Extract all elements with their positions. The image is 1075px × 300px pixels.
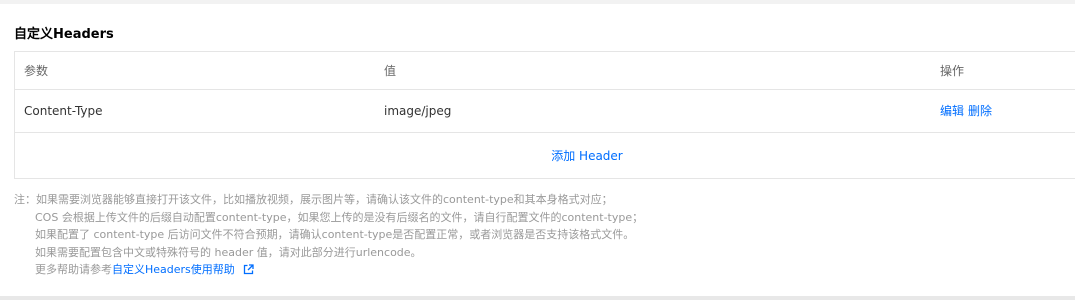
note-line-2: COS 会根据上传文件的后缀自动配置content-type，如果您上传的是没有… <box>35 210 644 224</box>
bottom-divider <box>0 296 1075 300</box>
column-header-actions: 操作 <box>940 63 965 78</box>
help-link[interactable]: 自定义Headers使用帮助 <box>112 263 235 276</box>
column-header-param: 参数 <box>24 63 49 78</box>
add-header-button[interactable]: 添加 Header <box>551 147 623 164</box>
help-prefix-text: 更多帮助请参考 <box>35 263 112 276</box>
add-header-container: 添加 Header <box>15 132 1075 178</box>
add-header-row: 添加 Header <box>15 132 1075 178</box>
edit-button[interactable]: 编辑 <box>940 105 964 117</box>
note-line-4: 如果需要配置包含中文或特殊符号的 header 值，请对此部分进行urlenco… <box>35 245 422 259</box>
delete-button[interactable]: 删除 <box>968 105 992 117</box>
headers-table: 参数 值 操作 Content-Type image/jpeg 编辑 删除 添加… <box>14 51 1075 179</box>
note-line-1: 注：如果需要浏览器能够直接打开该文件，比如播放视频，展示图片等，请确认该文件的c… <box>14 193 613 206</box>
section-title: 自定义Headers <box>14 27 114 42</box>
actions-cell: 编辑 删除 <box>940 89 992 132</box>
header-value-cell: image/jpeg <box>384 103 452 118</box>
note-line-5: 更多帮助请参考自定义Headers使用帮助 <box>14 261 643 281</box>
note-line-3: 如果配置了 content-type 后访问文件不符合预期，请确认content… <box>35 228 635 241</box>
header-param-cell: Content-Type <box>24 103 103 118</box>
custom-headers-card: 自定义Headers 参数 值 操作 Content-Type image/jp… <box>0 4 1075 296</box>
column-header-value: 值 <box>384 63 397 78</box>
notes: 注：如果需要浏览器能够直接打开该文件，比如播放视频，展示图片等，请确认该文件的c… <box>14 191 643 281</box>
external-link-icon[interactable] <box>243 263 254 281</box>
table-row: Content-Type image/jpeg 编辑 删除 <box>15 89 1075 133</box>
table-header-row: 参数 值 操作 <box>15 52 1075 90</box>
